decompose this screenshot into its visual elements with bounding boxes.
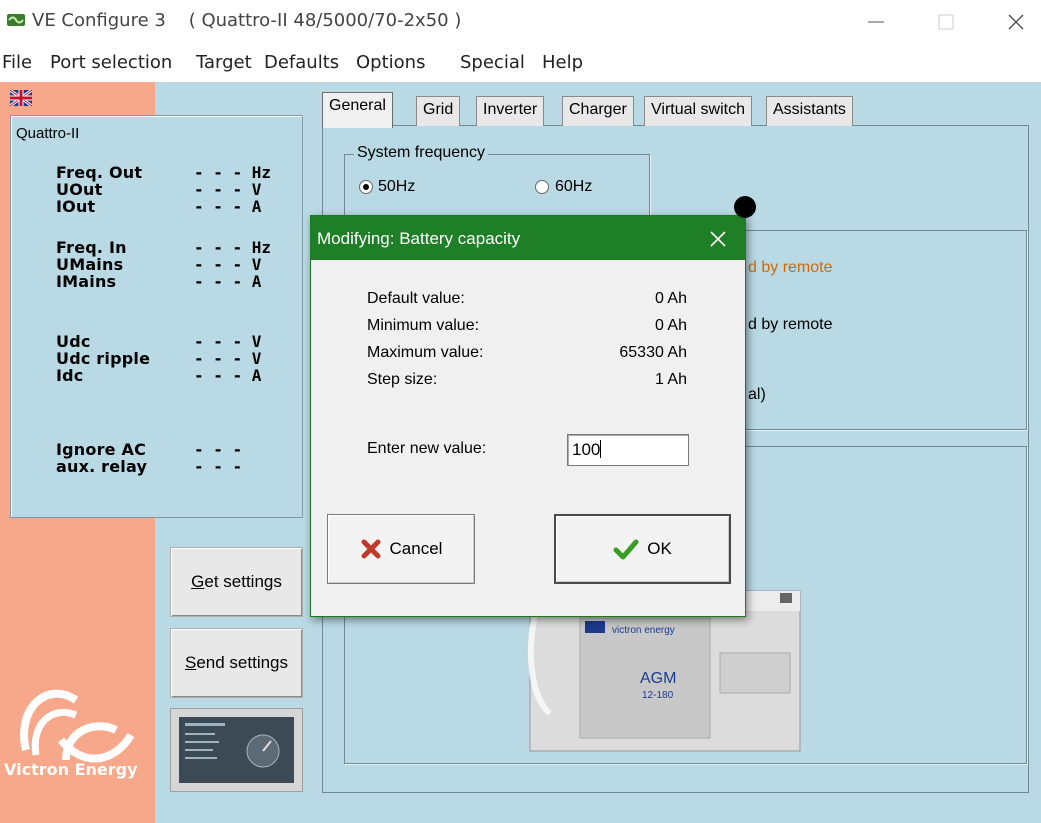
minimize-button[interactable] xyxy=(846,6,906,38)
brand-name: Victron Energy xyxy=(4,760,138,779)
send-settings-label: Send settings xyxy=(185,653,288,673)
menu-target[interactable]: Target xyxy=(196,52,252,73)
menu-port-selection[interactable]: Port selection xyxy=(50,52,172,73)
maximize-icon xyxy=(938,14,954,30)
tab-virtual-switch[interactable]: Virtual switch xyxy=(644,96,752,126)
tab-inverter[interactable]: Inverter xyxy=(476,96,545,126)
close-window-button[interactable] xyxy=(986,6,1041,38)
remote-panel-button[interactable] xyxy=(170,708,303,792)
dialog-titlebar: Modifying: Battery capacity xyxy=(311,216,745,260)
status-label: IOut xyxy=(56,197,96,216)
maximize-button[interactable] xyxy=(916,6,976,38)
new-value-input[interactable]: 100 xyxy=(567,434,689,466)
maximum-value: 65330 Ah xyxy=(619,344,687,361)
battery-model: AGM xyxy=(640,670,676,687)
ok-label: OK xyxy=(647,539,672,558)
remote-panel-image xyxy=(179,717,294,783)
battery-brand: victron energy xyxy=(612,625,675,636)
send-settings-text: end settings xyxy=(196,653,289,672)
default-value: 0 Ah xyxy=(654,290,687,307)
text-caret xyxy=(600,440,602,458)
new-value-label: Enter new value: xyxy=(367,440,487,457)
menu-options[interactable]: Options xyxy=(356,52,425,73)
menu-special[interactable]: Special xyxy=(460,52,525,73)
cancel-label: Cancel xyxy=(389,539,443,558)
default-value-label: Default value: xyxy=(367,290,465,307)
remote-setting-text-2: d by remote xyxy=(748,316,833,333)
get-settings-label: Get settings xyxy=(191,572,282,592)
step-size-label: Step size: xyxy=(367,371,438,388)
menu-help[interactable]: Help xyxy=(542,52,583,73)
freq-50hz-label: 50Hz xyxy=(378,178,416,195)
battery-capacity: 12-180 xyxy=(642,690,674,701)
status-label: aux. relay xyxy=(56,457,148,476)
minimum-value: 0 Ah xyxy=(654,317,687,334)
cancel-button[interactable]: Cancel xyxy=(327,514,475,584)
battery-capacity-dialog: Modifying: Battery capacity Default valu… xyxy=(310,215,746,617)
dialog-title: Modifying: Battery capacity xyxy=(317,229,521,248)
dialog-close-icon[interactable] xyxy=(707,228,729,250)
new-value-text: 100 xyxy=(572,440,601,459)
tab-general[interactable]: General xyxy=(322,92,393,128)
status-value: - - - xyxy=(194,457,243,476)
status-panel-title: Quattro-II xyxy=(16,125,80,142)
menu-defaults[interactable]: Defaults xyxy=(264,52,339,73)
app-icon xyxy=(7,14,25,26)
get-settings-accel: G xyxy=(191,572,205,591)
status-label: Idc xyxy=(56,366,84,385)
tab-grid[interactable]: Grid xyxy=(416,96,461,126)
language-flag-icon[interactable] xyxy=(10,90,32,106)
freq-60hz-radio[interactable] xyxy=(535,180,549,194)
window-titlebar: VE Configure 3 ( Quattro-II 48/5000/70-2… xyxy=(0,0,1041,44)
menu-file[interactable]: File xyxy=(2,52,32,73)
cancel-x-icon xyxy=(361,539,381,559)
status-label: IMains xyxy=(56,272,117,291)
window-title: VE Configure 3 ( Quattro-II 48/5000/70-2… xyxy=(32,10,462,31)
menu-bar: File Port selection Target Defaults Opti… xyxy=(0,44,1041,82)
status-value: - - - A xyxy=(194,197,262,216)
freq-60hz-label: 60Hz xyxy=(555,178,593,195)
checkmark-icon xyxy=(613,539,639,560)
cursor-dot-icon xyxy=(734,196,756,218)
step-size-value: 1 Ah xyxy=(654,371,687,388)
close-icon xyxy=(1008,14,1024,30)
minimize-icon xyxy=(868,21,884,23)
status-value: - - - A xyxy=(194,366,262,385)
minimum-value-label: Minimum value: xyxy=(367,317,480,334)
get-settings-button[interactable]: Get settings xyxy=(170,547,303,617)
remote-setting-text-1: d by remote xyxy=(748,259,833,276)
send-settings-accel: S xyxy=(184,653,197,672)
system-frequency-label: System frequency xyxy=(354,144,489,162)
maximum-value-label: Maximum value: xyxy=(367,344,484,361)
freq-50hz-radio[interactable] xyxy=(359,180,373,194)
remote-setting-text-3: al) xyxy=(748,386,766,403)
ok-button[interactable]: OK xyxy=(554,514,731,584)
tab-assistants[interactable]: Assistants xyxy=(766,96,853,126)
tab-charger[interactable]: Charger xyxy=(562,96,634,126)
status-value: - - - A xyxy=(194,272,262,291)
send-settings-button[interactable]: Send settings xyxy=(170,628,303,698)
get-settings-text: et settings xyxy=(204,572,282,591)
